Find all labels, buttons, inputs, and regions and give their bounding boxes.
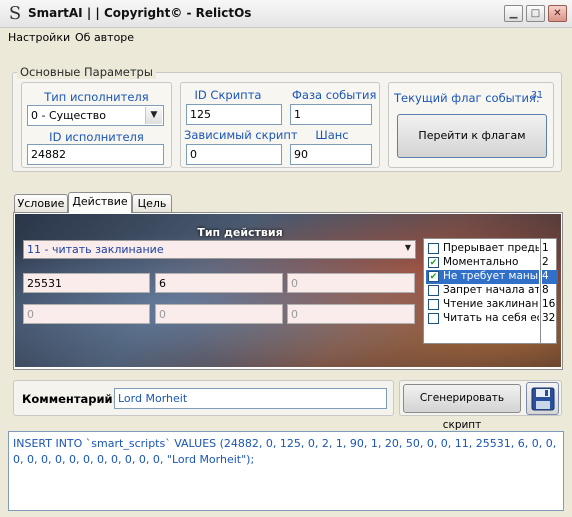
tab-condition[interactable]: Условие — [14, 194, 68, 213]
executor-id-label: ID исполнителя — [49, 130, 144, 144]
flag-checkbox-checked[interactable]: ✔ — [428, 257, 439, 268]
chance-label: Шанс — [315, 128, 349, 142]
executor-type-select[interactable]: 0 - Существо ▼ — [27, 105, 164, 126]
flag-row-2[interactable]: ✔ Моментально — [426, 256, 539, 270]
dependent-script-label: Зависимый скрипт — [184, 128, 298, 142]
script-id-input[interactable]: 125 — [186, 104, 282, 125]
flag-label: Прерывает преды — [443, 242, 539, 254]
save-button[interactable] — [526, 382, 559, 415]
flag-label: Чтение заклинани — [443, 298, 539, 310]
action-flags-list: Прерывает преды ✔ Моментально ✔ Не требу… — [423, 238, 558, 344]
menu-bar: Настройки Об авторе — [0, 28, 572, 48]
flag-label: Моментально — [443, 256, 519, 268]
flag-values-column: 1 2 4 8 16 32 — [541, 239, 558, 343]
action-type-title: Тип действия — [197, 226, 283, 239]
basic-params-title: Основные Параметры — [17, 65, 156, 79]
action-param-3[interactable]: 0 — [287, 273, 415, 293]
event-phase-input[interactable]: 1 — [290, 104, 372, 125]
action-param-5[interactable]: 0 — [155, 304, 283, 324]
chevron-down-icon[interactable]: ▼ — [145, 107, 162, 124]
executor-id-input[interactable]: 24882 — [27, 144, 164, 165]
minimize-button[interactable]: ▁ — [504, 5, 523, 22]
title-bar: S SmartAI | | Copyright© - RelictOs ▁ □ … — [0, 0, 572, 28]
flag-row-3[interactable]: ✔ Не требует маны — [426, 270, 539, 284]
action-param-4[interactable]: 0 — [23, 304, 150, 324]
flag-value: 8 — [542, 284, 549, 296]
flag-label: Читать на себя ес — [443, 312, 539, 324]
sql-output[interactable]: INSERT INTO `smart_scripts` VALUES (2488… — [8, 431, 564, 511]
comment-input[interactable]: Lord Morheit — [114, 388, 387, 409]
flag-checkbox-checked[interactable]: ✔ — [428, 271, 439, 282]
go-to-flags-button[interactable]: Перейти к флагам — [397, 114, 547, 158]
flag-row-4[interactable]: Запрет начала ата — [426, 284, 539, 298]
action-param-2[interactable]: 6 — [155, 273, 283, 293]
flag-value: 2 — [542, 256, 549, 268]
executor-type-label: Тип исполнителя — [44, 90, 149, 104]
flag-value: 32 — [542, 312, 556, 324]
event-phase-label: Фаза события — [292, 88, 377, 102]
flag-checkbox[interactable] — [428, 243, 439, 254]
flag-row-6[interactable]: Читать на себя ес — [426, 312, 539, 326]
flag-row-5[interactable]: Чтение заклинани — [426, 298, 539, 312]
tab-action[interactable]: Действие — [68, 192, 132, 213]
chance-input[interactable]: 90 — [290, 144, 372, 165]
close-button[interactable]: ✕ — [548, 5, 567, 22]
flag-label: Не требует маны — [443, 270, 539, 282]
action-type-select[interactable]: 11 - читать заклинание ▼ — [23, 240, 416, 259]
flag-value: 4 — [542, 270, 558, 284]
tab-target[interactable]: Цель — [132, 194, 172, 213]
current-flag-value: 31 — [531, 90, 544, 101]
dependent-script-input[interactable]: 0 — [186, 144, 282, 165]
flag-row-1[interactable]: Прерывает преды — [426, 242, 539, 256]
generate-script-button[interactable]: Сгенерировать скрипт — [403, 384, 521, 431]
flag-label: Запрет начала ата — [443, 284, 539, 296]
current-flag-label: Текущий флаг события: — [394, 91, 540, 105]
action-type-value: 11 - читать заклинание — [27, 243, 164, 256]
app-icon: S — [8, 3, 22, 24]
floppy-disk-icon — [531, 387, 555, 411]
flag-value: 1 — [542, 242, 549, 254]
flag-checkbox[interactable] — [428, 299, 439, 310]
flag-checkbox[interactable] — [428, 285, 439, 296]
menu-settings[interactable]: Настройки — [8, 31, 70, 44]
window-title: SmartAI | | Copyright© - RelictOs — [28, 6, 252, 20]
action-param-1[interactable]: 25531 — [23, 273, 150, 293]
flag-checkbox[interactable] — [428, 313, 439, 324]
action-param-6[interactable]: 0 — [287, 304, 415, 324]
maximize-button[interactable]: □ — [526, 5, 545, 22]
chevron-down-icon[interactable]: ▼ — [405, 243, 411, 252]
comment-label: Комментарий: — [22, 392, 118, 406]
menu-about[interactable]: Об авторе — [75, 31, 134, 44]
executor-type-value: 0 - Существо — [31, 109, 106, 122]
script-id-label: ID Скрипта — [194, 88, 262, 102]
flag-value: 16 — [542, 298, 556, 310]
